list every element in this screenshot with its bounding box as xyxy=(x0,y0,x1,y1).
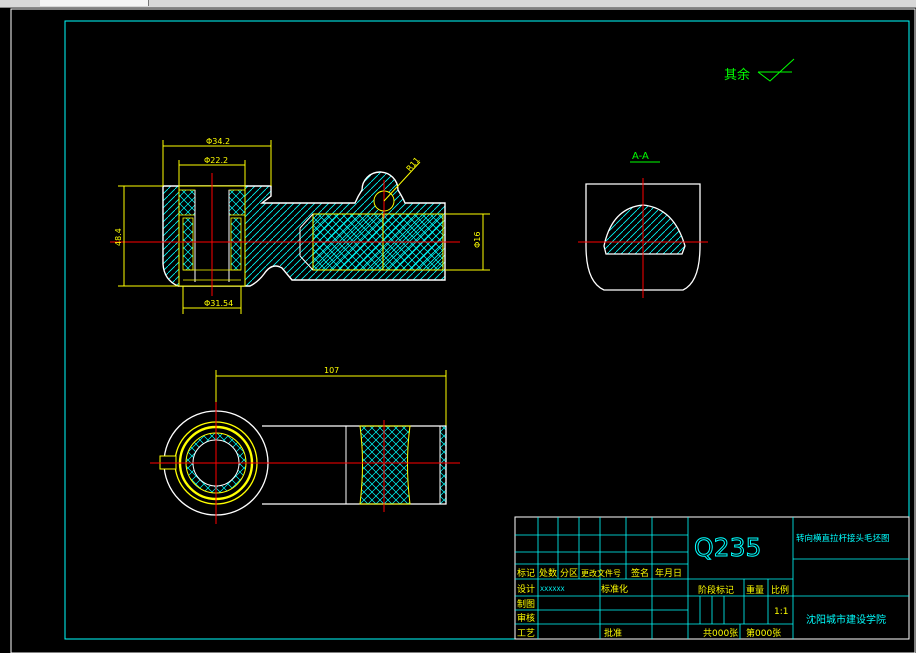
svg-text:XXXXXX: XXXXXX xyxy=(540,586,565,593)
svg-text:分区: 分区 xyxy=(560,568,578,579)
inner-frame xyxy=(64,20,910,640)
part-name: 转向横直拉杆接头毛坯图 xyxy=(796,533,890,544)
svg-text:R11: R11 xyxy=(405,155,422,173)
roughness-symbol xyxy=(757,58,795,82)
roughness-note: 其余 xyxy=(724,67,750,83)
svg-text:设计: 设计 xyxy=(517,583,535,595)
svg-text:工艺: 工艺 xyxy=(517,628,535,639)
outer-frame xyxy=(10,8,916,653)
svg-text:阶段标记: 阶段标记 xyxy=(698,584,734,596)
svg-text:Φ16: Φ16 xyxy=(473,232,482,248)
svg-text:共000张: 共000张 xyxy=(703,628,738,639)
section-a-a: A-A xyxy=(578,151,708,298)
front-view: Φ34.2 Φ22.2 48.4 Φ31.54 Φ16 R11 xyxy=(110,137,490,314)
svg-text:A-A: A-A xyxy=(632,151,649,162)
svg-text:Φ34.2: Φ34.2 xyxy=(206,137,230,146)
school-name: 沈阳城市建设学院 xyxy=(806,613,886,626)
svg-text:审核: 审核 xyxy=(517,612,535,624)
svg-text:标准化: 标准化 xyxy=(601,583,628,595)
svg-text:第000张: 第000张 xyxy=(746,627,781,639)
svg-text:处数: 处数 xyxy=(539,567,557,579)
material-label: Q235 xyxy=(694,533,761,562)
svg-text:Φ31.54: Φ31.54 xyxy=(204,299,233,308)
svg-text:107: 107 xyxy=(324,366,339,375)
svg-text:更改文件号: 更改文件号 xyxy=(581,568,621,578)
cad-drawing: 其余 Φ34.2 Φ22.2 48.4 Φ31.54 Φ16 R11 A-A 1… xyxy=(10,8,916,653)
svg-text:48.4: 48.4 xyxy=(114,228,123,246)
svg-text:签名: 签名 xyxy=(631,567,649,579)
svg-text:年月日: 年月日 xyxy=(655,567,682,579)
svg-text:标记: 标记 xyxy=(517,567,535,579)
svg-text:制图: 制图 xyxy=(517,598,535,610)
drawing-tab[interactable] xyxy=(40,0,149,6)
window-title-bar xyxy=(0,0,916,8)
cad-viewport[interactable]: 其余 Φ34.2 Φ22.2 48.4 Φ31.54 Φ16 R11 A-A 1… xyxy=(0,8,916,653)
svg-text:比例: 比例 xyxy=(771,584,789,596)
top-view: 107 xyxy=(150,366,460,524)
title-block: Q235 转向横直拉杆接头毛坯图 沈阳城市建设学院 标记 处数 分区 更改文件号… xyxy=(514,516,910,640)
svg-text:批准: 批准 xyxy=(604,627,622,639)
svg-text:1:1: 1:1 xyxy=(774,607,788,617)
svg-text:Φ22.2: Φ22.2 xyxy=(204,156,228,165)
svg-text:重量: 重量 xyxy=(746,584,764,596)
